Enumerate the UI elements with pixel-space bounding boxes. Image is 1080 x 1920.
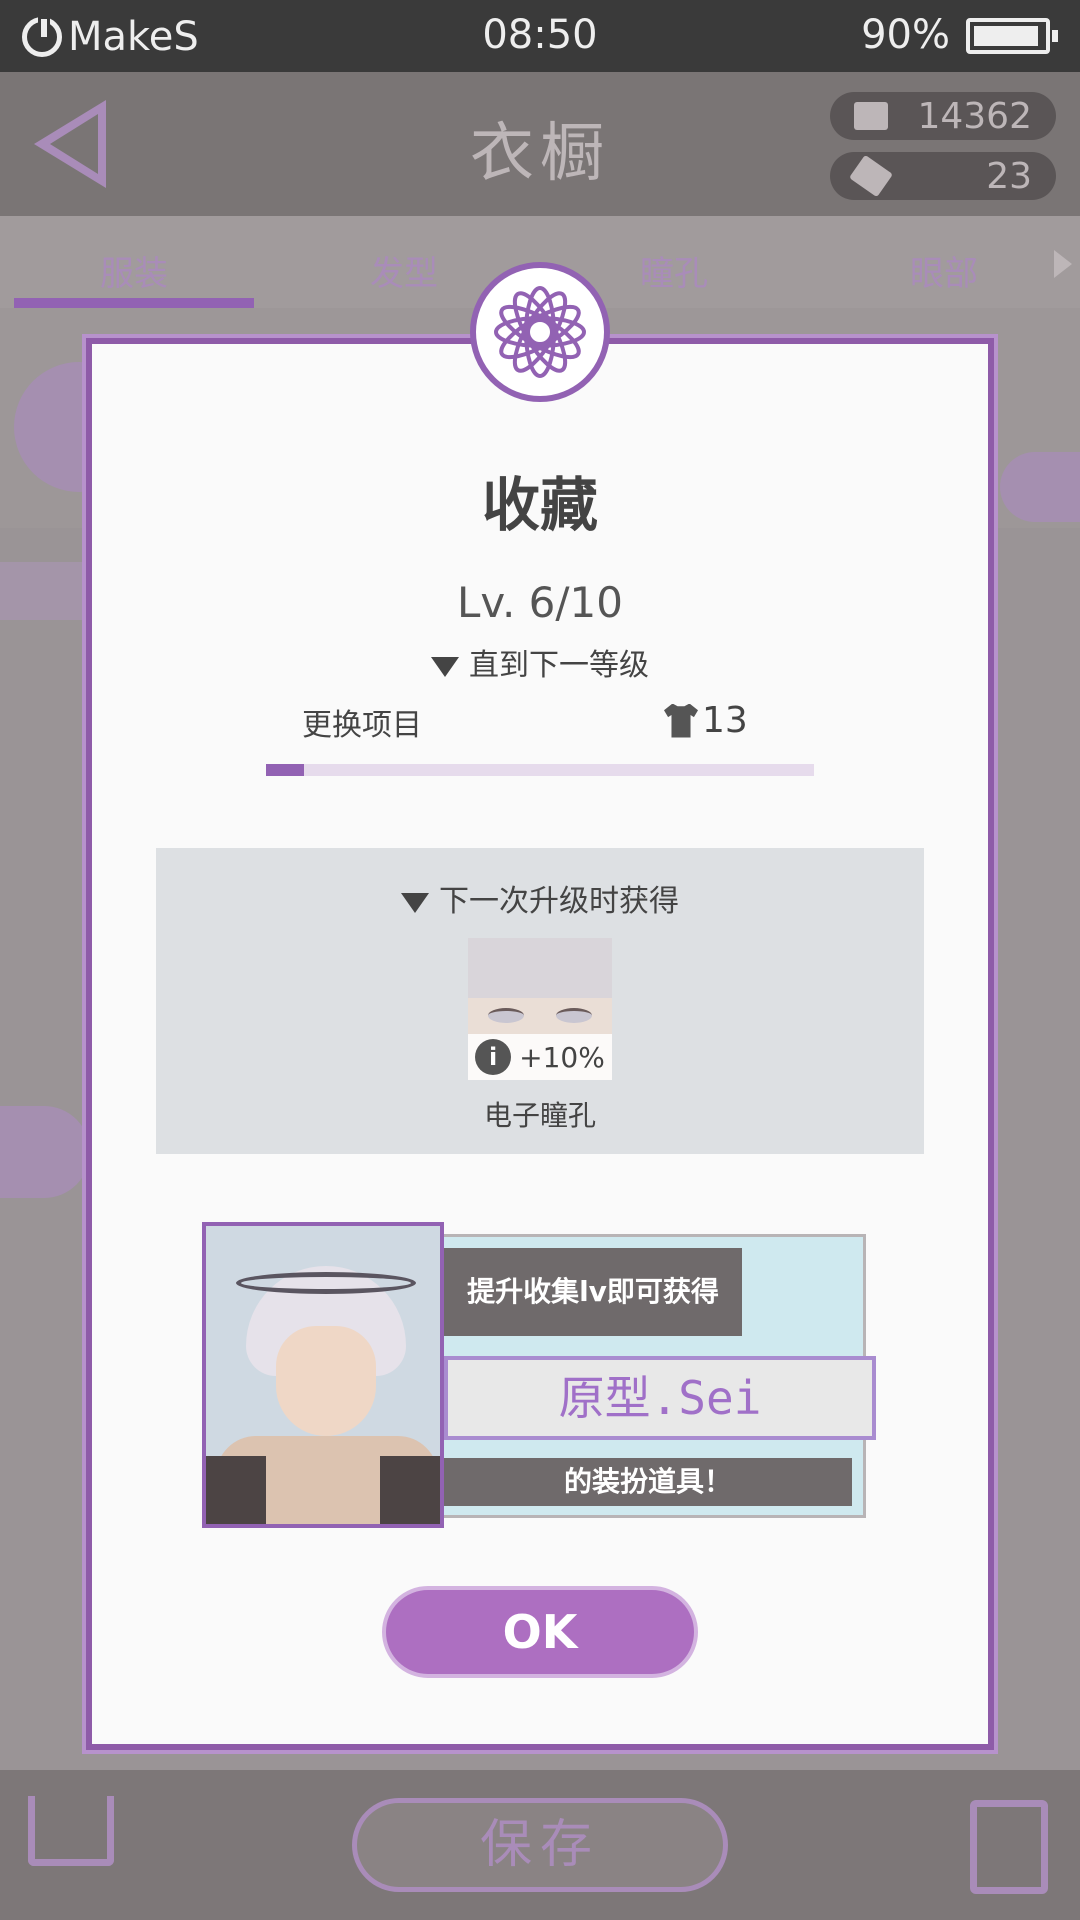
banner-message-top: 提升收集lv即可获得 bbox=[444, 1248, 742, 1336]
change-items-label: 更换项目 bbox=[302, 708, 422, 743]
change-count-value: 13 bbox=[702, 700, 748, 741]
reward-bonus: i +10% bbox=[468, 1034, 612, 1080]
reward-item-name: 电子瞳孔 bbox=[483, 1099, 596, 1132]
tab-eyes[interactable]: 眼部 bbox=[910, 246, 978, 295]
active-tab-indicator bbox=[14, 298, 254, 308]
status-bar: MakeS 08:50 90% bbox=[0, 0, 1080, 72]
tab-hairstyle[interactable]: 发型 bbox=[370, 246, 438, 295]
currency-value: 23 bbox=[986, 156, 1032, 197]
tag-icon bbox=[849, 154, 893, 198]
level-progress-track bbox=[266, 764, 814, 776]
collection-level: Lv. 6/10 bbox=[456, 578, 623, 627]
cart-icon bbox=[28, 1796, 114, 1866]
ticket-icon bbox=[854, 102, 888, 130]
tab-clothing[interactable]: 服装 bbox=[100, 246, 168, 295]
save-button: 保存 bbox=[352, 1798, 728, 1892]
memo-icon bbox=[970, 1800, 1048, 1894]
banner-character-name: 原型.Sei bbox=[444, 1356, 876, 1440]
reward-header: 下一次升级时获得 bbox=[0, 876, 1080, 920]
shirt-icon bbox=[664, 703, 698, 738]
reward-bonus-value: +10% bbox=[519, 1040, 605, 1074]
tab-pupil[interactable]: 瞳孔 bbox=[640, 246, 708, 295]
currency-value: 14362 bbox=[917, 96, 1032, 137]
tab-scroll-right-icon[interactable] bbox=[1054, 250, 1072, 278]
ok-button[interactable]: OK bbox=[382, 1586, 698, 1678]
battery-percent: 90% bbox=[861, 12, 950, 58]
currency-badge-tag: 23 bbox=[830, 152, 1056, 200]
battery-icon bbox=[966, 18, 1058, 54]
triangle-down-icon bbox=[401, 892, 429, 913]
next-level-label: 直到下一等级 bbox=[0, 640, 1080, 684]
triangle-down-icon bbox=[431, 656, 459, 677]
dialog-title: 收藏 bbox=[481, 471, 598, 539]
character-portrait bbox=[202, 1222, 444, 1528]
flower-emblem-icon bbox=[470, 262, 610, 402]
header: 衣橱 14362 23 bbox=[0, 72, 1080, 216]
info-icon: i bbox=[475, 1039, 512, 1075]
level-progress-fill bbox=[266, 764, 304, 776]
banner-message-bottom: 的装扮道具！ bbox=[444, 1458, 852, 1506]
change-items-count: 13 bbox=[664, 700, 748, 741]
currency-badge-ticket: 14362 bbox=[830, 92, 1056, 140]
